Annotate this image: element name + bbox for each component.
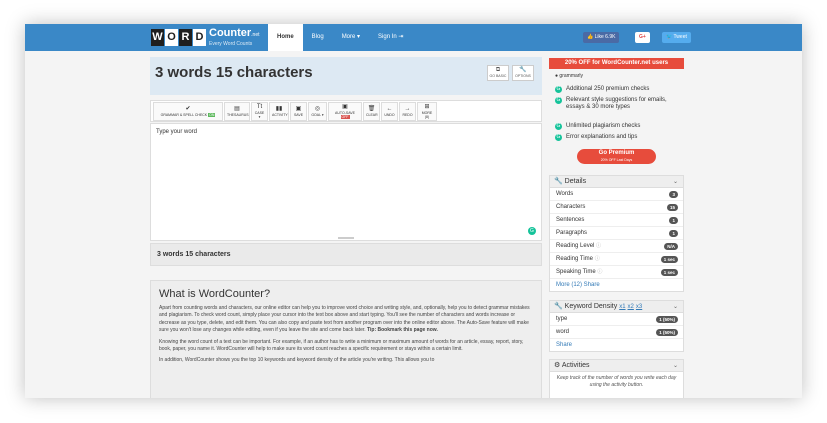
help-icon[interactable]: ⓘ: [595, 256, 600, 262]
redo-button[interactable]: → REDO: [399, 102, 416, 121]
activity-button[interactable]: ▮▮ ACTIVITY: [269, 102, 289, 121]
logo-letter: O: [165, 29, 178, 46]
external-icon: ⧉: [495, 67, 501, 73]
goal-button[interactable]: ◎ GOAL ▾: [308, 102, 327, 121]
grammarly-icon: G: [555, 134, 562, 141]
nav-sign-in[interactable]: Sign In ⇥: [369, 24, 412, 51]
detail-row-paragraphs: Paragraphs 1: [550, 227, 683, 240]
google-plus-button[interactable]: G+: [635, 32, 650, 43]
detail-row-characters: Characters 15: [550, 201, 683, 214]
check-icon: ✔: [185, 106, 191, 112]
kd-x1-link[interactable]: x1: [619, 304, 625, 310]
activities-panel: ⚙ Activities ⌄ Keep track of the number o…: [549, 359, 684, 398]
editor-title-panel: 3 words 15 characters ⧉ GO BASIC 🔧 OPTIONS: [150, 57, 542, 95]
keyword-row: type 1 (50%): [550, 313, 683, 326]
tweet-button[interactable]: 🐦 Tweet: [662, 32, 691, 43]
detail-row-reading-level: Reading Level ⓘ N/A: [550, 240, 683, 253]
status-badge: OFF: [340, 115, 350, 119]
nav-blog[interactable]: Blog: [303, 24, 333, 51]
kd-share-link[interactable]: Share: [550, 339, 683, 351]
article-paragraph: Knowing the word count of a text can be …: [159, 338, 524, 353]
logo-letter: D: [193, 29, 206, 46]
article-heading: What is WordCounter?: [159, 288, 271, 300]
details-more-link[interactable]: More (12) Share: [550, 279, 683, 291]
activities-header[interactable]: ⚙ Activities ⌄: [550, 360, 683, 372]
save-button[interactable]: ▣ SAVE: [290, 102, 307, 121]
bar-chart-icon: ▮▮: [275, 106, 283, 112]
kd-x3-link[interactable]: x3: [636, 304, 642, 310]
activities-description: Keep track of the number of words you wr…: [556, 375, 677, 388]
feature-item: G Additional 250 premium checks: [555, 86, 650, 93]
details-panel: 🔧 Details ⌄ Words 3 Characters 15 Sentences…: [549, 175, 684, 292]
go-basic-button[interactable]: ⧉ GO BASIC: [487, 65, 509, 81]
chevron-down-icon[interactable]: ⌄: [673, 360, 678, 372]
grammarly-icon: G: [555, 86, 562, 93]
detail-row-speaking-time: Speaking Time ⓘ 1 sec: [550, 266, 683, 279]
chevron-down-icon[interactable]: ⌄: [673, 301, 678, 313]
save-icon: ▣: [295, 106, 302, 112]
clear-button[interactable]: 🗑 CLEAR: [363, 102, 380, 121]
article-section: What is WordCounter? Apart from counting…: [150, 280, 542, 398]
kd-x2-link[interactable]: x2: [628, 304, 634, 310]
main-nav: Home Blog More ▾ Sign In ⇥: [268, 24, 412, 51]
help-icon[interactable]: ⓘ: [597, 269, 602, 275]
article-paragraph: Apart from counting words and characters…: [159, 305, 530, 334]
logo-letter: R: [179, 29, 192, 46]
book-icon: ▤: [234, 106, 240, 112]
detail-row-words: Words 3: [550, 188, 683, 201]
word-count-bar: 3 words 15 characters: [150, 243, 542, 266]
undo-button[interactable]: ← UNDO: [381, 102, 398, 121]
thesaurus-button[interactable]: ▤ THESAURUS: [224, 102, 250, 121]
feature-item: G Relevant style suggestions for emails, …: [555, 97, 667, 110]
grammarly-icon: G: [555, 97, 562, 104]
logo-text: Counter.net: [209, 27, 260, 39]
grammarly-logo: ● grammarly: [555, 73, 584, 79]
grammar-check-button[interactable]: ✔ GRAMMAR & SPELL CHECK ON: [153, 102, 223, 121]
feature-item: G Error explanations and tips: [555, 134, 638, 141]
text-case-icon: Tt: [256, 104, 263, 110]
more-button[interactable]: ⊞ MORE (8): [417, 102, 437, 121]
grid-icon: ⊞: [424, 104, 430, 110]
word-count-summary: 3 words 15 characters: [157, 251, 231, 258]
text-editor[interactable]: Type your word G: [150, 123, 542, 241]
detail-row-reading-time: Reading Time ⓘ 1 sec: [550, 253, 683, 266]
help-icon[interactable]: ⓘ: [596, 243, 601, 249]
logo-tagline: Every Word Counts: [209, 41, 253, 47]
arrow-left-icon: ←: [386, 106, 393, 112]
logo-letter: W: [151, 29, 164, 46]
browser-frame: W O R D Counter.net Every Word Counts Ho…: [25, 24, 802, 398]
arrow-right-icon: →: [404, 106, 411, 112]
details-header[interactable]: 🔧 Details ⌄: [550, 176, 683, 188]
promo-banner[interactable]: 20% OFF for WordCounter.net users: [549, 58, 684, 69]
resize-handle[interactable]: [338, 237, 354, 239]
keyword-row: word 1 (50%): [550, 326, 683, 339]
editor-content[interactable]: Type your word: [156, 129, 197, 135]
nav-more[interactable]: More ▾: [333, 24, 369, 51]
auto-save-button[interactable]: ▣ AUTO-SAVE OFF: [328, 102, 362, 121]
detail-row-sentences: Sentences 1: [550, 214, 683, 227]
save-icon: ▣: [342, 104, 348, 110]
case-button[interactable]: Tt CASE ▾: [251, 102, 268, 121]
keyword-density-header[interactable]: 🔧 Keyword Density x1 x2 x3 ⌄: [550, 301, 683, 313]
trophy-icon: ◎: [314, 106, 321, 112]
page-title: 3 words 15 characters: [155, 64, 313, 81]
chevron-down-icon[interactable]: ⌄: [673, 176, 678, 188]
facebook-like-button[interactable]: 👍 Like 6.9K: [583, 32, 620, 43]
editor-toolbar: ✔ GRAMMAR & SPELL CHECK ON ▤ THESAURUS Tt C…: [150, 100, 542, 122]
status-badge: ON: [208, 113, 216, 117]
top-navbar: W O R D Counter.net Every Word Counts Ho…: [25, 24, 802, 51]
feature-item: G Unlimited plagiarism checks: [555, 123, 641, 130]
article-paragraph: In addition, WordCounter shows you the t…: [159, 357, 435, 364]
site-logo[interactable]: W O R D Counter.net Every Word Counts: [151, 28, 260, 47]
go-premium-button[interactable]: Go Premium 20% OFF Last Days: [577, 149, 656, 164]
options-button[interactable]: 🔧 OPTIONS: [512, 65, 534, 81]
nav-home[interactable]: Home: [268, 24, 303, 51]
grammarly-icon: G: [555, 123, 562, 130]
grammarly-icon[interactable]: G: [528, 227, 536, 235]
keyword-density-panel: 🔧 Keyword Density x1 x2 x3 ⌄ type 1 (50%) wor…: [549, 300, 684, 352]
trash-icon: 🗑: [367, 106, 376, 112]
wrench-icon: 🔧: [519, 67, 527, 73]
